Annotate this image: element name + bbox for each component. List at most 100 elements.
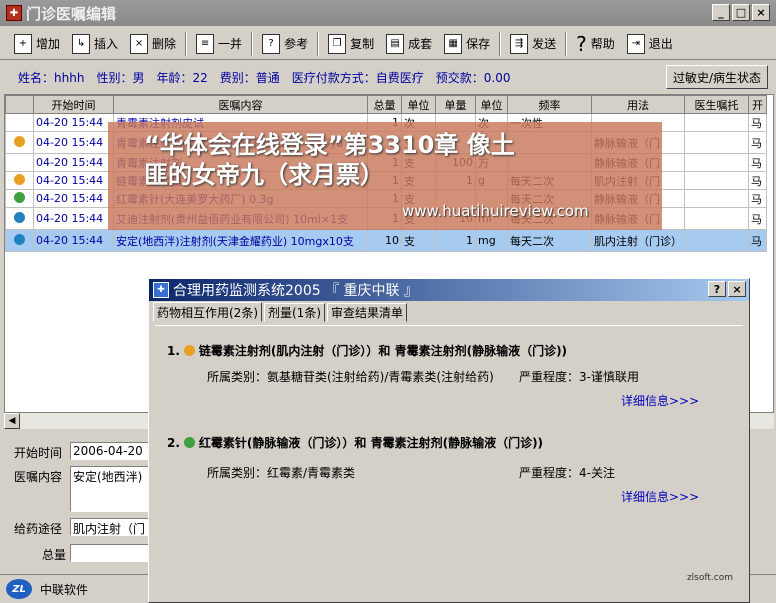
detail-link[interactable]: 详细信息>>>: [621, 392, 699, 409]
save-icon: ▦: [444, 33, 463, 54]
cell-usage: 肌内注射（门诊）: [591, 229, 685, 252]
order-content-input[interactable]: 安定(地西泮): [70, 466, 154, 512]
dialog-help-button[interactable]: ?: [708, 281, 726, 297]
start-time-label: 开始时间: [14, 446, 63, 460]
detail-link[interactable]: 详细信息>>>: [621, 488, 699, 505]
toolbar: + 增加 ↳ 插入 × 删除 ≡ 一并 ? 参考 ❐ 复制 ▤ 成套 ▦ 保存 ⇶ 发送 ? 帮助 …: [0, 28, 776, 60]
delete-doc-icon: ×: [130, 33, 149, 54]
column-header[interactable]: 用法: [591, 95, 685, 114]
dialog-close-button[interactable]: ×: [728, 281, 746, 297]
save-button[interactable]: ▦ 保存: [438, 30, 496, 58]
dialog-body: 1. 链霉素注射剂(肌内注射（门诊））和 青霉素注射剂(静脉输液（门诊)) 所属…: [155, 325, 743, 597]
table-row[interactable]: 04-20 15:44 安定(地西泮)注射剂(天津金耀药业) 10mgx10支 10…: [5, 229, 767, 252]
tab-dosage[interactable]: 剂量(1条): [264, 303, 325, 322]
cell-time: 04-20 15:44: [33, 207, 114, 230]
interaction-category: 所属类别：红霉素/青霉素类: [207, 466, 356, 480]
interaction-item: 1. 链霉素注射剂(肌内注射（门诊））和 青霉素注射剂(静脉输液（门诊)): [167, 343, 568, 359]
cell-content: 安定(地西泮)注射剂(天津金耀药业) 10mgx10支: [113, 229, 368, 252]
add-button[interactable]: + 增加: [8, 30, 66, 58]
column-header[interactable]: 医生嘱托: [684, 95, 749, 114]
total-input[interactable]: [70, 544, 154, 562]
title-bar: ✚ 门诊医嘱编辑 _ □ ×: [0, 0, 776, 26]
send-icon: ⇶: [510, 33, 529, 54]
help-icon: ?: [576, 31, 587, 56]
maximize-button[interactable]: □: [732, 4, 750, 21]
insert-button[interactable]: ↳ 插入: [66, 30, 124, 58]
dialog-title: 合理用药监测系统2005 『 重庆中联 』: [173, 283, 418, 299]
toolbar-separator: [251, 31, 254, 56]
cell-total: 10: [367, 229, 402, 252]
route-input[interactable]: 肌内注射（门: [70, 518, 154, 536]
column-header[interactable]: 单位: [401, 95, 436, 114]
patient-fee-type: 费别：普通: [219, 70, 280, 85]
route-label: 给药途径: [14, 522, 63, 536]
status-dot-cell: [5, 207, 34, 230]
total-label: 总量: [42, 548, 67, 562]
cell-doc: 马: [748, 189, 767, 208]
tab-drug-interactions[interactable]: 药物相互作用(2条): [153, 302, 262, 322]
status-dot-icon: [14, 173, 25, 185]
column-header[interactable]: 频率: [507, 95, 592, 114]
grid-header: 开始时间 医嘱内容 总量 单位 单量 单位 频率 用法 医生嘱托 开: [5, 95, 767, 114]
cell-dunit: mg: [475, 229, 508, 252]
cell-note: [684, 131, 749, 154]
send-button[interactable]: ⇶ 发送: [504, 30, 562, 58]
toolbar-separator: [317, 31, 320, 56]
drug-monitoring-dialog: ✚ 合理用药监测系统2005 『 重庆中联 』 ? × 药物相互作用(2条) 剂…: [148, 278, 750, 603]
column-header[interactable]: 单量: [435, 95, 476, 114]
cell-freq: 每天二次: [507, 229, 592, 252]
column-header[interactable]: 开: [748, 95, 767, 114]
insert-doc-icon: ↳: [72, 33, 91, 54]
cell-time: 04-20 15:44: [33, 113, 114, 132]
cell-time: 04-20 15:44: [33, 229, 114, 252]
order-form: 开始时间 2006-04-20 1 医嘱内容 安定(地西泮) 给药途径 肌内注射…: [4, 432, 154, 572]
cell-doc: 马: [748, 131, 767, 154]
start-time-input[interactable]: 2006-04-20 1: [70, 442, 154, 460]
patient-gender: 性别：男: [96, 70, 145, 85]
cell-doc: 马: [748, 113, 767, 132]
merge-button[interactable]: ≡ 一并: [190, 30, 248, 58]
status-dot-cell: [5, 113, 34, 132]
allergy-history-button[interactable]: 过敏史/病生状态: [665, 65, 768, 89]
dialog-tabs: 药物相互作用(2条) 剂量(1条) 审查结果清单: [149, 301, 749, 322]
tab-review-results[interactable]: 审查结果清单: [327, 303, 408, 322]
toolbar-separator: [499, 31, 502, 56]
warning-dot-icon: [183, 437, 195, 448]
set-button[interactable]: ▤ 成套: [380, 30, 438, 58]
app-icon: ✚: [6, 5, 22, 21]
status-dot-cell: [5, 171, 34, 190]
patient-name: 姓名：hhhh: [18, 70, 85, 85]
exit-icon: ⇥: [626, 33, 645, 54]
help-button[interactable]: ? 帮助: [570, 30, 621, 58]
cell-time: 04-20 15:44: [33, 171, 114, 190]
column-header[interactable]: 医嘱内容: [113, 95, 368, 114]
order-content-label: 医嘱内容: [14, 470, 63, 484]
close-button[interactable]: ×: [752, 4, 770, 21]
cell-note: [684, 189, 749, 208]
interaction-severity: 严重程度：4-关注: [519, 466, 615, 480]
company-logo: ZL: [6, 579, 32, 599]
interaction-title: 红霉素针(静脉输液（门诊））和 青霉素注射剂(静脉输液（门诊)): [198, 436, 544, 450]
cell-note: [684, 207, 749, 230]
column-header[interactable]: [5, 95, 34, 114]
cell-dose: 1: [435, 229, 476, 252]
cell-time: 04-20 15:44: [33, 153, 114, 172]
merge-doc-icon: ≡: [196, 33, 215, 54]
set-icon: ▤: [386, 33, 405, 54]
dialog-title-bar: ✚ 合理用药监测系统2005 『 重庆中联 』 ? ×: [149, 279, 749, 301]
minimize-button[interactable]: _: [712, 4, 730, 21]
patient-age: 年龄：22: [156, 70, 208, 85]
column-header[interactable]: 总量: [367, 95, 402, 114]
scroll-left-icon[interactable]: ◀: [4, 413, 20, 429]
copy-icon: ❐: [328, 33, 347, 54]
status-dot-icon: [14, 211, 25, 223]
exit-button[interactable]: ⇥ 退出: [621, 30, 679, 58]
cell-time: 04-20 15:44: [33, 189, 114, 208]
reference-button[interactable]: ? 参考: [256, 30, 314, 58]
status-dot-cell: [5, 229, 34, 252]
column-header[interactable]: 单位: [475, 95, 508, 114]
delete-button[interactable]: × 删除: [124, 30, 182, 58]
status-dot-icon: [14, 233, 25, 245]
column-header[interactable]: 开始时间: [33, 95, 114, 114]
copy-button[interactable]: ❐ 复制: [322, 30, 380, 58]
